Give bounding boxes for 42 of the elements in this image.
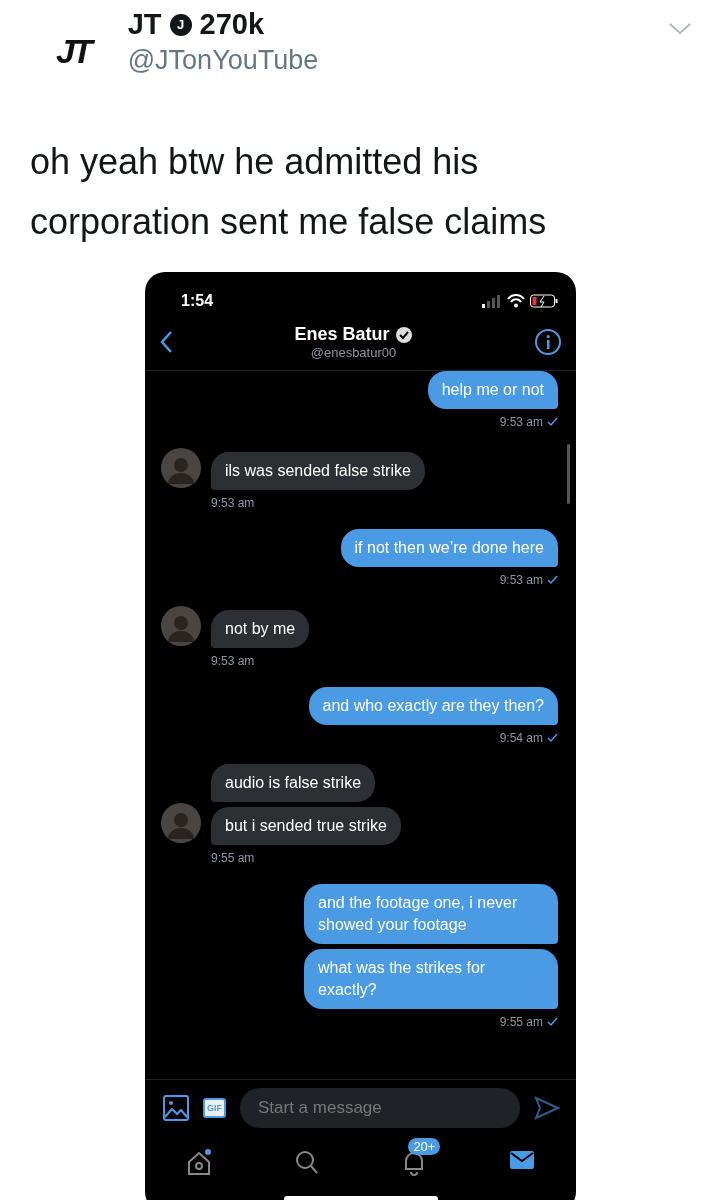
battery-icon [530,294,558,308]
signal-icon [482,294,502,308]
image-icon[interactable] [163,1095,189,1121]
verified-icon [394,325,413,344]
message-time: 9:53 am [499,573,543,587]
received-message: but i sended true strike [211,807,401,845]
sent-message: and the footage one, i never showed your footage [304,884,558,944]
message-time: 9:55 am [499,1015,543,1029]
received-message: not by me [211,610,310,648]
message-input[interactable]: Start a message [240,1088,520,1128]
sent-message: if not then we’re done here [340,529,558,567]
avatar [161,606,201,646]
follower-count: 270k [199,8,265,41]
avatar [161,448,201,488]
message-time: 9:53 am [211,496,255,510]
received-message: ils was sended false strike [211,452,425,490]
received-message: audio is false strike [211,764,376,802]
sent-message: and who exactly are they then? [308,687,558,725]
back-icon[interactable] [159,330,173,354]
search-icon [293,1148,320,1176]
sent-message: help me or not [427,371,558,409]
envelope-icon [509,1148,536,1172]
send-icon[interactable] [534,1096,560,1120]
notification-badge: 20+ [408,1138,441,1155]
gif-button[interactable]: GIF [203,1098,226,1118]
author-handle[interactable]: @JTonYouTube [127,45,319,76]
message-time: 9:54 am [499,731,543,745]
message-time: 9:53 am [499,415,543,429]
tweet-text: oh yeah btw he admitted his corporation sent me false claims [29,140,548,244]
message-time: 9:53 am [211,654,255,668]
info-icon[interactable] [534,328,562,356]
scrollbar [567,444,570,504]
avatar [161,803,201,843]
wifi-icon [507,294,525,308]
message-time: 9:55 am [211,851,255,865]
badge-icon: J [169,13,192,36]
contact-handle: @enesbatur00 [310,345,397,360]
contact-name: Enes Batur [294,324,390,345]
author-name[interactable]: JT [127,8,162,41]
notifications-tab[interactable]: 20+ [384,1136,445,1184]
sent-message: what was the strikes for exactly? [304,949,558,1009]
status-time: 1:54 [181,292,214,310]
